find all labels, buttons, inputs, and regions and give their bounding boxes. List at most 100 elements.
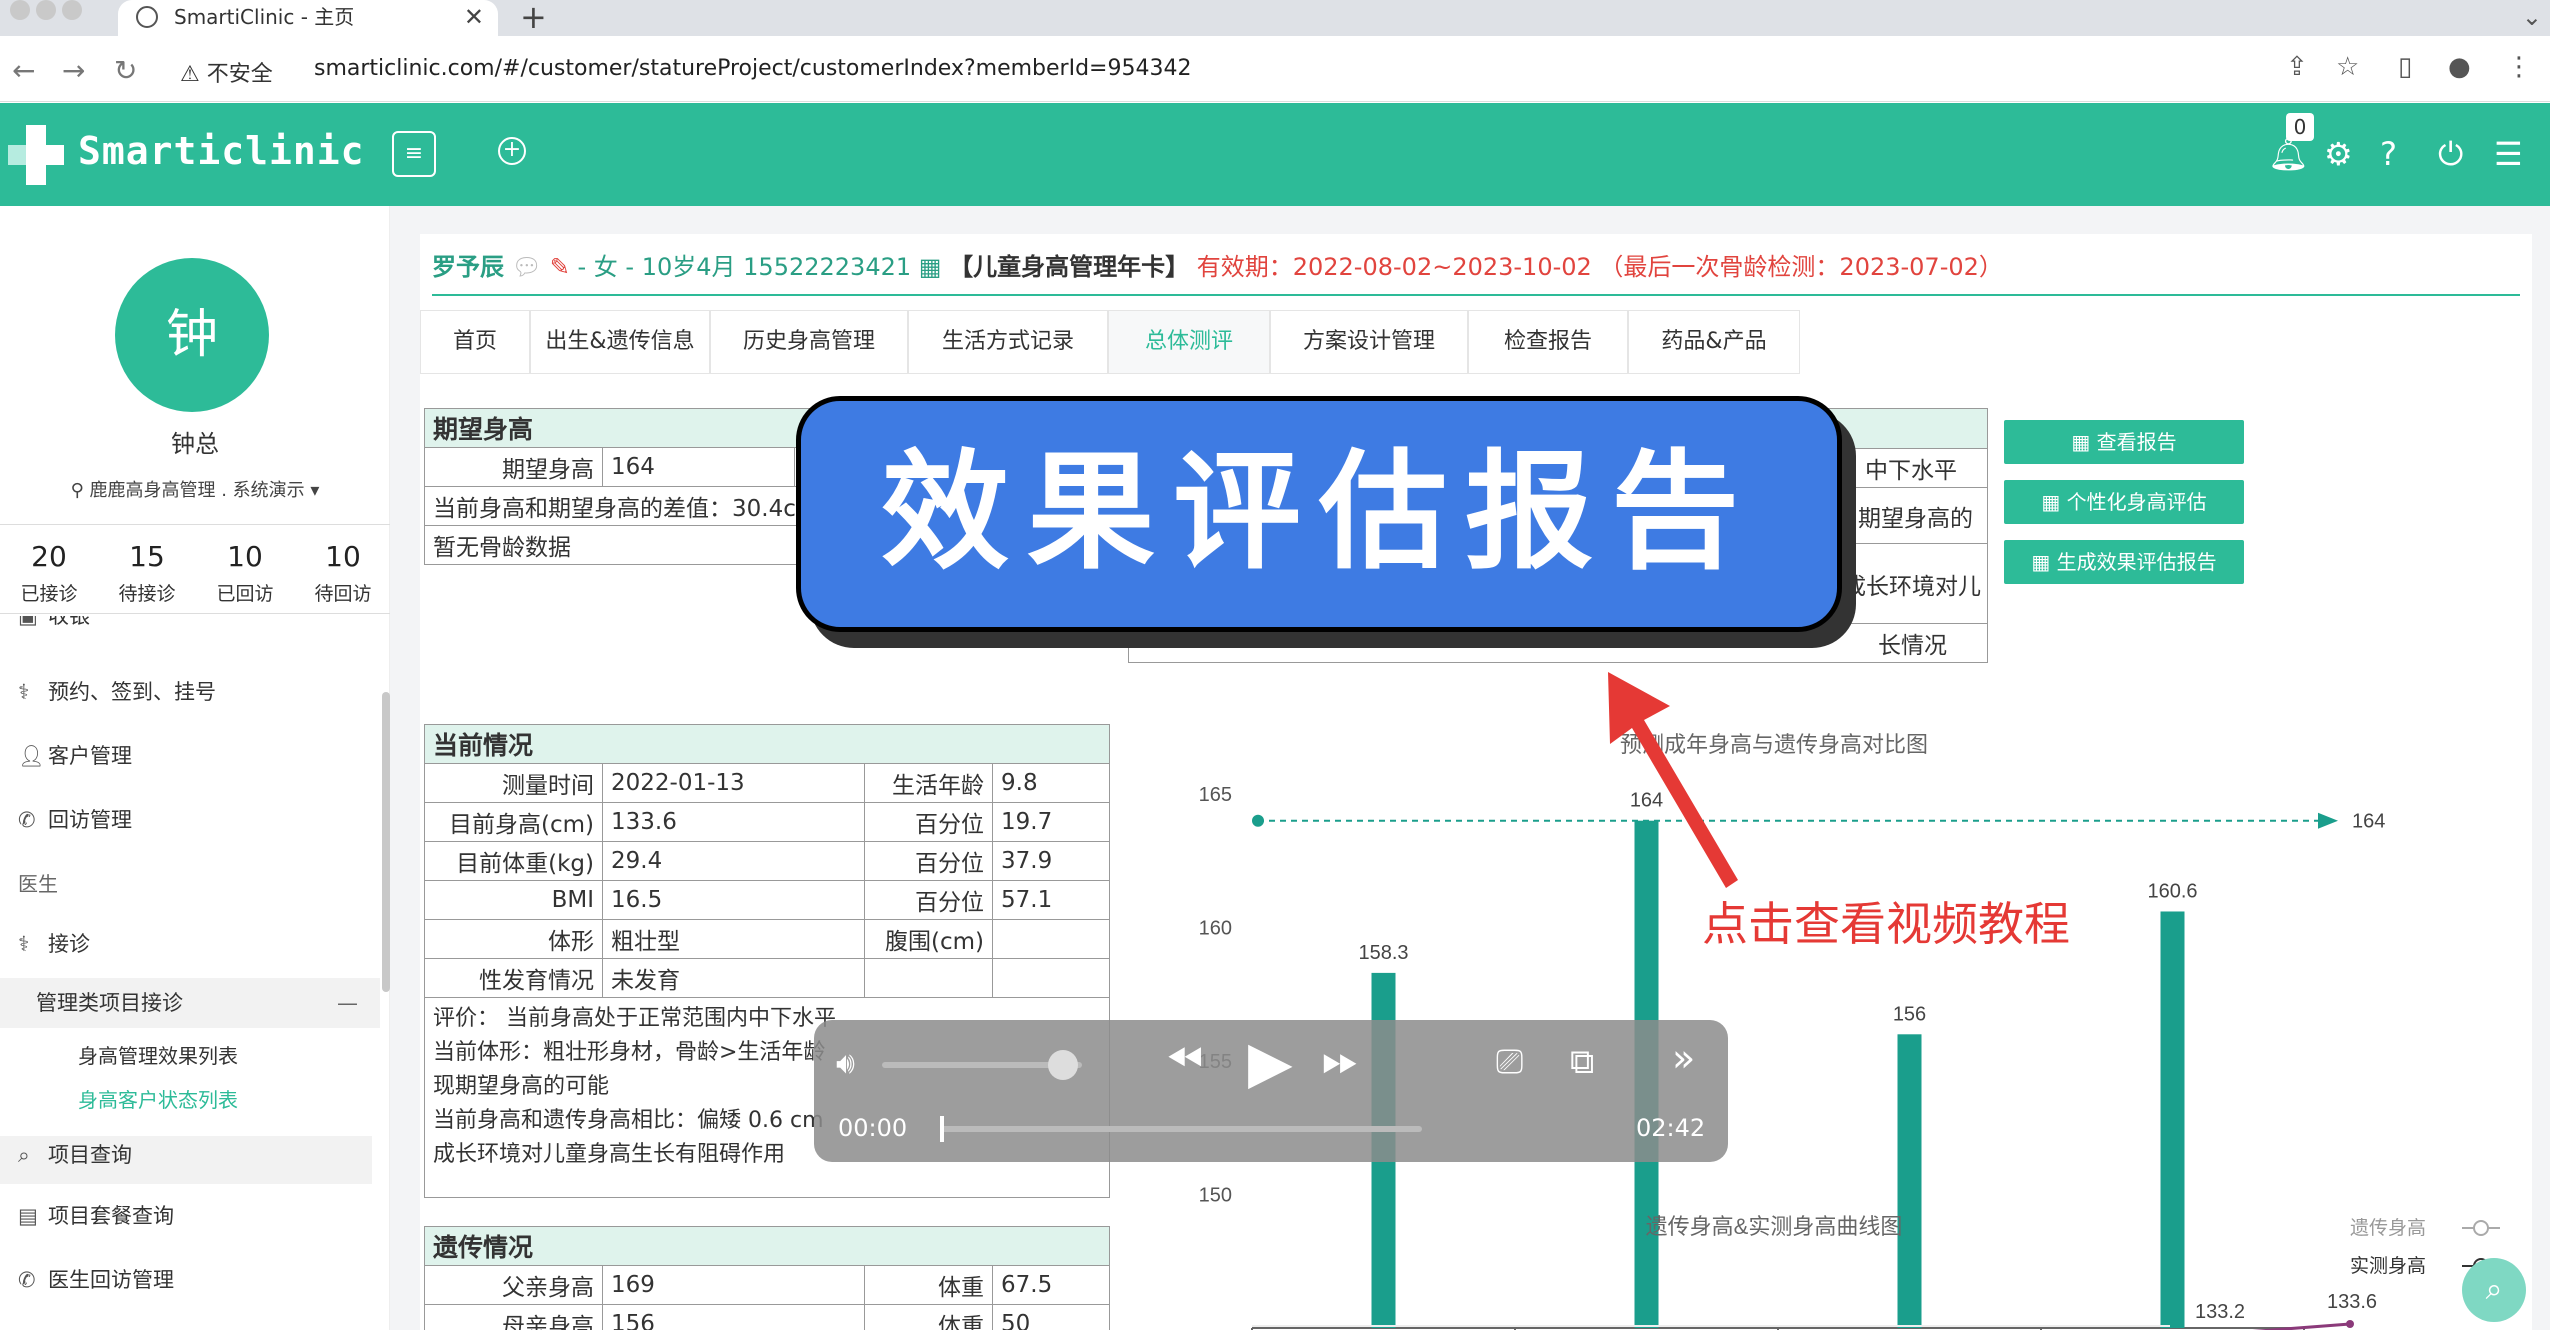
sidebar-item-cashier[interactable]: ▣ 收银 <box>18 616 90 630</box>
sidebar-item-doctor-followup[interactable]: ✆ 医生回访管理 <box>18 1264 174 1294</box>
app-header: Smarticlinic ≡ + 🔔︎ 0 ⚙ ? ⏻ ☰ <box>0 103 2550 206</box>
tab-height-history[interactable]: 历史身高管理 <box>710 310 908 374</box>
browser-tab[interactable]: SmartiClinic - 主页 ✕ <box>118 0 498 36</box>
cell: 169 <box>602 1265 865 1305</box>
button-label: 查看报告 <box>2096 430 2177 454</box>
tutorial-hint[interactable]: 点击查看视频教程 <box>1702 888 2070 954</box>
generate-report-button[interactable]: ▦ 生成效果评估报告 <box>2004 540 2244 584</box>
org-selector[interactable]: ⚲ 鹿鹿高身高管理 . 系统演示 ▾ <box>0 476 390 502</box>
close-tab-icon[interactable]: ✕ <box>464 0 484 34</box>
sidebar-item-customers[interactable]: 👤︎ 客户管理 <box>18 740 132 770</box>
window-close-light[interactable] <box>10 0 30 20</box>
patient-phone: 15522223421 <box>743 253 912 281</box>
tab-drugs-products[interactable]: 药品&产品 <box>1628 310 1800 374</box>
profile-icon[interactable]: ● <box>2448 52 2471 82</box>
tab-overall-eval[interactable]: 总体测评 <box>1108 310 1270 374</box>
list-icon[interactable]: ☰ <box>2494 135 2523 173</box>
progress-bar[interactable] <box>940 1126 1422 1132</box>
address-bar: ← → ↻ ⚠ 不安全 smarticlinic.com/#/customer/… <box>0 36 2550 102</box>
window-maximize-light[interactable] <box>62 0 82 20</box>
collapse-icon[interactable]: — <box>337 978 358 1028</box>
forward-icon[interactable]: → <box>62 54 85 87</box>
gear-icon[interactable]: ⚙ <box>2324 135 2353 173</box>
stat-to-follow[interactable]: 10 待回访 <box>294 525 392 606</box>
side-panel-icon[interactable]: ▯ <box>2398 52 2412 82</box>
sidebar-item-consult[interactable]: ⚕ 接诊 <box>18 928 90 958</box>
volume-icon[interactable]: 🔊︎ <box>836 1046 855 1081</box>
window-minimize-light[interactable] <box>36 0 56 20</box>
sidebar-group-project-consult[interactable]: 管理类项目接诊 — <box>0 978 380 1028</box>
add-circle-icon[interactable]: + <box>498 137 526 165</box>
duration: 02:42 <box>1636 1114 1706 1142</box>
reference-label: 164 <box>2352 811 2385 833</box>
stat-followed[interactable]: 10 已回访 <box>196 525 294 606</box>
url-field[interactable]: smarticlinic.com/#/customer/statureProje… <box>314 56 1191 81</box>
tutorial-banner[interactable]: 效果评估报告 <box>796 396 1842 632</box>
sidebar-item-package-query[interactable]: ▤ 项目套餐查询 <box>18 1200 174 1230</box>
stat-label: 已回访 <box>216 583 274 605</box>
power-icon[interactable]: ⏻ <box>2438 135 2463 174</box>
video-player-controls: 🔊︎ ⏪︎ ▶︎ ⏩︎ ⎚ ⧉ » 00:00 02:42 <box>814 1020 1728 1162</box>
stat-waiting[interactable]: 15 待接诊 <box>98 525 196 606</box>
cell: 性发育情况 <box>424 958 603 998</box>
stethoscope-icon: ⚕ <box>18 680 30 704</box>
more-icon[interactable]: » <box>1672 1036 1695 1080</box>
card-type: 【儿童身高管理年卡】 <box>949 253 1190 281</box>
notification-badge: 0 <box>2286 113 2314 141</box>
picture-in-picture-icon[interactable]: ⧉ <box>1570 1042 1594 1082</box>
security-warning[interactable]: ⚠ 不安全 <box>180 56 273 88</box>
sidebar-scrollbar[interactable] <box>382 692 390 992</box>
airplay-icon[interactable]: ⎚ <box>1496 1042 1523 1082</box>
fast-forward-icon[interactable]: ⏩︎ <box>1322 1032 1359 1088</box>
bookmark-star-icon[interactable]: ☆ <box>2336 52 2359 82</box>
genetic-table: 遗传情况 父亲身高 169 体重 67.5 母亲身高 156 体重 50 <box>424 1226 1110 1330</box>
cell: 29.4 <box>602 841 865 881</box>
chat-float-icon[interactable]: ⌕ <box>2462 1258 2526 1322</box>
sidebar-subitem-effect-list[interactable]: 身高管理效果列表 <box>78 1040 238 1069</box>
document-icon: ▤ <box>18 1204 38 1228</box>
data-label: 133.6 <box>2327 1291 2377 1313</box>
patient-gender-age: - 女 - 10岁4月 <box>577 253 736 281</box>
sidebar-item-project-query[interactable]: ⌕ 项目查询 <box>0 1136 372 1184</box>
new-tab-icon[interactable]: + <box>520 0 547 34</box>
tab-lifestyle[interactable]: 生活方式记录 <box>908 310 1108 374</box>
stat-number: 20 <box>31 540 67 573</box>
cell: 母亲身高 <box>424 1304 603 1330</box>
avatar[interactable]: 钟 <box>115 258 269 412</box>
rewind-icon[interactable]: ⏪︎ <box>1166 1032 1203 1088</box>
cell <box>864 958 993 998</box>
red-arrow-icon <box>1608 672 1738 888</box>
play-icon[interactable]: ▶︎ <box>1248 1028 1293 1096</box>
browser-menu-icon[interactable]: ⋮ <box>2506 52 2532 82</box>
qrcode-icon[interactable]: ▦ <box>919 253 942 281</box>
caret-down-icon: ▾ <box>310 480 320 501</box>
sidebar-subitem-status-list[interactable]: 身高客户状态列表 <box>78 1084 238 1113</box>
sidebar-item-label: 项目查询 <box>48 1143 132 1167</box>
visit-stats: 20 已接诊 15 待接诊 10 已回访 10 待回访 <box>0 524 390 614</box>
tab-exam-report[interactable]: 检查报告 <box>1468 310 1628 374</box>
sidebar-item-appointment[interactable]: ⚕ 预约、签到、挂号 <box>18 676 216 706</box>
sidebar-item-followup[interactable]: ✆ 回访管理 <box>18 804 132 834</box>
progress-handle[interactable] <box>940 1116 944 1142</box>
menu-toggle-icon[interactable]: ≡ <box>392 131 436 177</box>
edit-icon[interactable]: ✎ <box>550 253 570 281</box>
stat-received[interactable]: 20 已接诊 <box>0 525 98 606</box>
stat-label: 已接诊 <box>20 583 78 605</box>
brand-name: Smarticlinic <box>78 129 365 173</box>
share-icon[interactable]: ⇪ <box>2286 52 2308 82</box>
reference-arrow <box>2318 812 2338 829</box>
cell: 百分位 <box>864 802 993 842</box>
cell: BMI <box>424 880 603 920</box>
personal-assessment-button[interactable]: ▦ 个性化身高评估 <box>2004 480 2244 524</box>
tab-home[interactable]: 首页 <box>420 310 530 374</box>
chevron-down-icon[interactable]: ⌄ <box>2522 0 2542 34</box>
back-icon[interactable]: ← <box>12 54 35 87</box>
help-icon[interactable]: ? <box>2380 135 2397 173</box>
volume-knob[interactable] <box>1048 1050 1078 1080</box>
view-report-button[interactable]: ▦ 查看报告 <box>2004 420 2244 464</box>
reload-icon[interactable]: ↻ <box>114 54 137 87</box>
patient-name[interactable]: 罗予辰 <box>432 253 504 281</box>
tab-birth-genetic[interactable]: 出生&遗传信息 <box>530 310 710 374</box>
chat-icon[interactable]: 💬︎ <box>512 253 542 281</box>
tab-plan-design[interactable]: 方案设计管理 <box>1270 310 1468 374</box>
